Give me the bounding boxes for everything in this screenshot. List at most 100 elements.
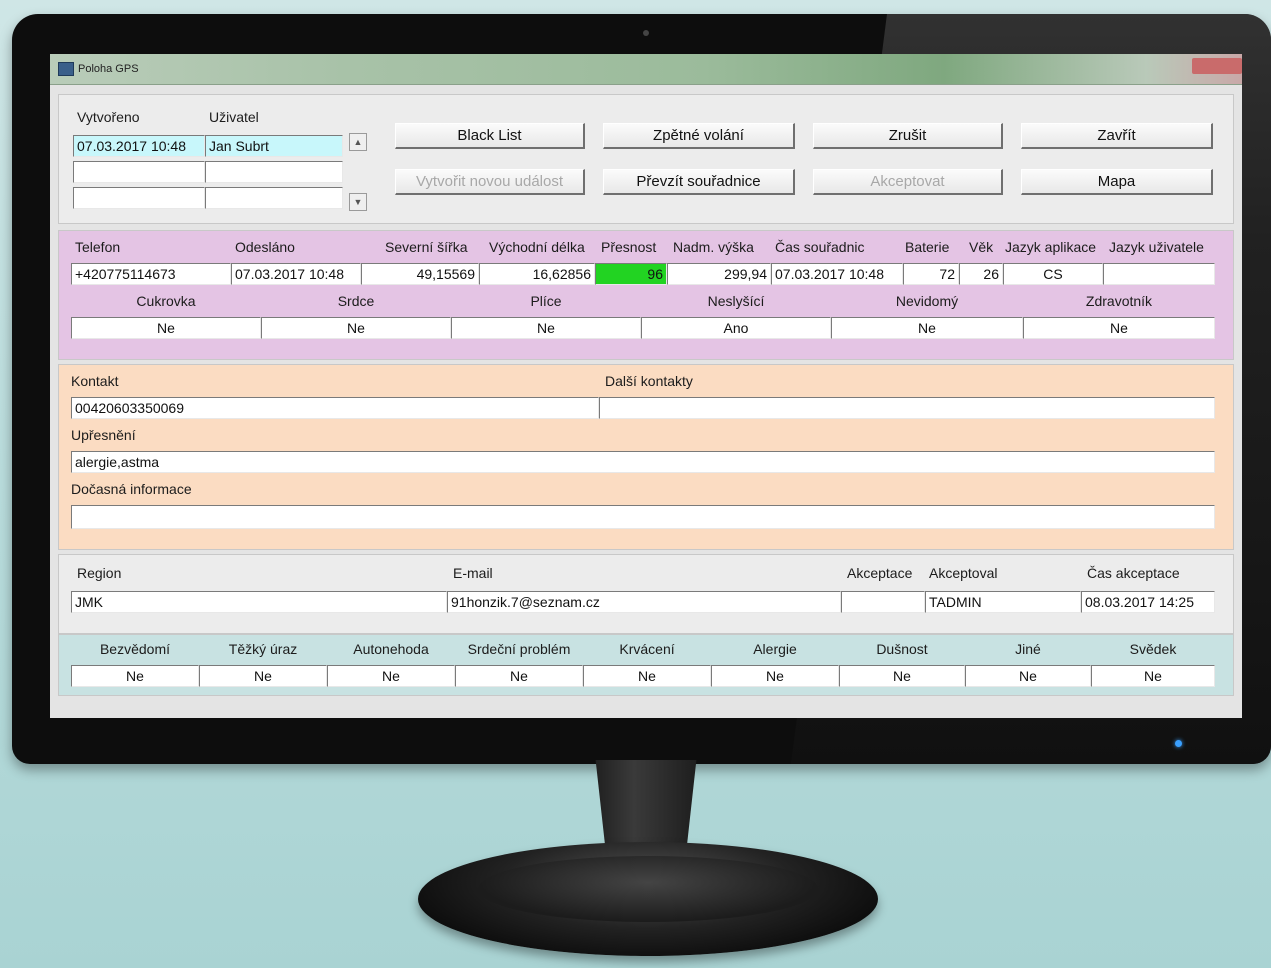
accepted-by-field[interactable]: TADMIN <box>925 591 1081 613</box>
phone-field[interactable]: +420775114673 <box>71 263 231 285</box>
contact-label: Kontakt <box>71 373 119 389</box>
health-label-lungs: Plíce <box>530 293 562 309</box>
webcam-icon <box>643 30 649 36</box>
temporary-info-label: Dočasná informace <box>71 481 192 497</box>
user-label: Uživatel <box>209 109 259 125</box>
window-title: Poloha GPS <box>78 63 139 75</box>
coord-time-label: Čas souřadnic <box>775 239 865 255</box>
contact-field[interactable]: 00420603350069 <box>71 397 599 419</box>
created-field-1[interactable]: 07.03.2017 10:48 <box>73 135 205 157</box>
health-label-blind: Nevidomý <box>895 293 959 309</box>
app-language-field[interactable]: CS <box>1003 263 1103 285</box>
scroll-down-icon[interactable]: ▼ <box>349 193 367 211</box>
latitude-field[interactable]: 49,15569 <box>361 263 479 285</box>
close-button[interactable]: Zavřít <box>1021 123 1213 149</box>
power-led-icon <box>1175 740 1182 747</box>
emergency-label-bleeding: Krvácení <box>619 641 675 657</box>
sent-label: Odesláno <box>235 239 295 255</box>
accuracy-label: Přesnost <box>601 239 657 255</box>
created-field-2[interactable] <box>73 161 205 183</box>
email-label: E-mail <box>453 565 493 581</box>
header-panel: Vytvořeno Uživatel 07.03.2017 10:48 Jan … <box>58 94 1234 224</box>
altitude-field[interactable]: 299,94 <box>667 263 771 285</box>
coord-time-field[interactable]: 07.03.2017 10:48 <box>771 263 903 285</box>
emergency-field-unconscious[interactable]: Ne <box>71 665 199 687</box>
temporary-info-field[interactable] <box>71 505 1215 529</box>
accuracy-field[interactable]: 96 <box>595 263 667 285</box>
emergency-field-allergy[interactable]: Ne <box>711 665 839 687</box>
health-label-diabetes: Cukrovka <box>136 293 196 309</box>
battery-label: Baterie <box>905 239 950 255</box>
emergency-label-unconscious: Bezvědomí <box>99 641 171 657</box>
created-field-3[interactable] <box>73 187 205 209</box>
accepted-by-label: Akceptoval <box>929 565 998 581</box>
app-window-icon <box>58 62 74 76</box>
map-button[interactable]: Mapa <box>1021 169 1213 195</box>
user-field-1[interactable]: Jan Subrt <box>205 135 343 157</box>
gps-panel: Telefon Odesláno Severní šířka Východní … <box>58 230 1234 360</box>
create-event-button[interactable]: Vytvořit novou událost <box>395 169 585 195</box>
longitude-field[interactable]: 16,62856 <box>479 263 595 285</box>
user-field-2[interactable] <box>205 161 343 183</box>
health-label-heart: Srdce <box>337 293 375 309</box>
user-language-label: Jazyk uživatele <box>1109 239 1204 255</box>
dialog-client-area: Vytvořeno Uživatel 07.03.2017 10:48 Jan … <box>58 94 1234 712</box>
emergency-label-allergy: Alergie <box>753 641 797 657</box>
health-field-diabetes[interactable]: Ne <box>71 317 261 339</box>
take-coordinates-button[interactable]: Převzít souřadnice <box>603 169 795 195</box>
other-contacts-label: Další kontakty <box>605 373 693 389</box>
age-field[interactable]: 26 <box>959 263 1003 285</box>
emergency-label-witness: Svědek <box>1129 641 1177 657</box>
emergency-field-injury[interactable]: Ne <box>199 665 327 687</box>
health-label-deaf: Neslyšící <box>707 293 765 309</box>
emergency-panel: Bezvědomí Těžký úraz Autonehoda Srdeční … <box>58 634 1234 696</box>
email-field[interactable]: 91honzik.7@seznam.cz <box>447 591 841 613</box>
note-field[interactable]: alergie,astma <box>71 451 1215 473</box>
emergency-field-dyspnea[interactable]: Ne <box>839 665 965 687</box>
meta-panel: Region E-mail Akceptace Akceptoval Čas a… <box>58 554 1234 634</box>
age-label: Věk <box>969 239 994 255</box>
altitude-label: Nadm. výška <box>673 239 754 255</box>
scroll-up-icon[interactable]: ▲ <box>349 133 367 151</box>
health-field-blind[interactable]: Ne <box>831 317 1023 339</box>
health-field-deaf[interactable]: Ano <box>641 317 831 339</box>
longitude-label: Východní délka <box>489 239 585 255</box>
callback-button[interactable]: Zpětné volání <box>603 123 795 149</box>
accept-time-label: Čas akceptace <box>1087 565 1180 581</box>
user-field-3[interactable] <box>205 187 343 209</box>
screen: Poloha GPS Vytvořeno Uživatel 07.03.2017… <box>50 54 1242 718</box>
emergency-label-dyspnea: Dušnost <box>876 641 928 657</box>
health-field-lungs[interactable]: Ne <box>451 317 641 339</box>
health-field-medic[interactable]: Ne <box>1023 317 1215 339</box>
emergency-label-accident: Autonehoda <box>353 641 429 657</box>
monitor-base-top <box>478 856 818 922</box>
user-language-field[interactable] <box>1103 263 1215 285</box>
note-label: Upřesnění <box>71 427 136 443</box>
emergency-label-heart: Srdeční problém <box>467 641 571 657</box>
battery-field[interactable]: 72 <box>903 263 959 285</box>
region-label: Region <box>77 565 122 581</box>
phone-label: Telefon <box>75 239 121 255</box>
emergency-field-accident[interactable]: Ne <box>327 665 455 687</box>
cancel-button[interactable]: Zrušit <box>813 123 1003 149</box>
emergency-label-other: Jiné <box>1015 641 1041 657</box>
accept-button[interactable]: Akceptovat <box>813 169 1003 195</box>
region-field[interactable]: JMK <box>71 591 447 613</box>
health-field-heart[interactable]: Ne <box>261 317 451 339</box>
emergency-label-injury: Těžký úraz <box>228 641 298 657</box>
other-contacts-field[interactable] <box>599 397 1215 419</box>
acceptance-field[interactable] <box>841 591 925 613</box>
emergency-field-other[interactable]: Ne <box>965 665 1091 687</box>
emergency-field-heart[interactable]: Ne <box>455 665 583 687</box>
emergency-field-bleeding[interactable]: Ne <box>583 665 711 687</box>
black-list-button[interactable]: Black List <box>395 123 585 149</box>
window-close-button[interactable] <box>1192 58 1242 74</box>
emergency-field-witness[interactable]: Ne <box>1091 665 1215 687</box>
acceptance-label: Akceptace <box>847 565 913 581</box>
window-titlebar[interactable]: Poloha GPS <box>50 54 1242 85</box>
created-label: Vytvořeno <box>77 109 140 125</box>
accept-time-field[interactable]: 08.03.2017 14:25 <box>1081 591 1215 613</box>
app-language-label: Jazyk aplikace <box>1005 239 1097 255</box>
sent-field[interactable]: 07.03.2017 10:48 <box>231 263 361 285</box>
health-label-medic: Zdravotník <box>1085 293 1153 309</box>
